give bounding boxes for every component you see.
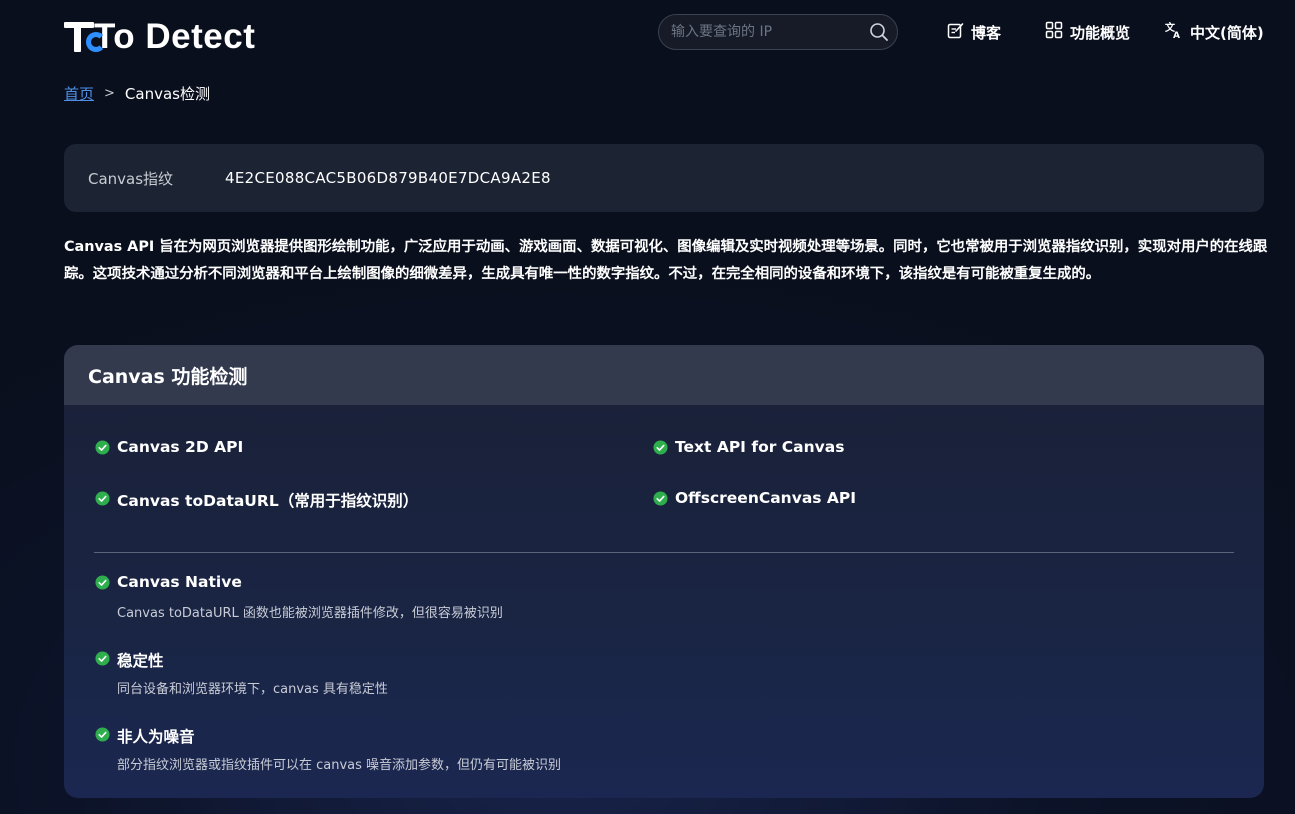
logo-mark-icon (64, 19, 116, 55)
fingerprint-value: 4E2CE088CAC5B06D879B40E7DCA9A2E8 (225, 169, 551, 187)
detail-description: Canvas toDataURL 函数也能被浏览器插件修改，但很容易被识别 (117, 606, 503, 621)
feature-label: Canvas toDataURL（常用于指纹识别） (117, 492, 419, 510)
detail-item: Canvas Native (95, 573, 242, 591)
breadcrumb: 首页 > Canvas检测 (64, 82, 210, 104)
nav-features[interactable]: 功能概览 (1045, 20, 1130, 44)
check-circle-icon (653, 491, 668, 506)
breadcrumb-separator: > (104, 85, 115, 101)
ip-search-input[interactable] (659, 15, 861, 49)
edit-note-icon (947, 22, 964, 43)
check-circle-icon (653, 440, 668, 455)
feature-label: OffscreenCanvas API (675, 489, 857, 507)
check-circle-icon (95, 575, 110, 590)
ip-search-box (658, 14, 898, 50)
feature-label: Text API for Canvas (675, 438, 845, 456)
panel-divider (94, 552, 1234, 553)
feature-item: Text API for Canvas (653, 438, 844, 456)
check-circle-icon (95, 651, 110, 666)
check-circle-icon (95, 727, 110, 742)
language-selector[interactable]: 文A 中文(简体) (1165, 20, 1264, 44)
breadcrumb-home-link[interactable]: 首页 (64, 83, 94, 104)
logo-text: To Detect (94, 17, 256, 56)
check-circle-icon (95, 440, 110, 455)
feature-detection-panel: Canvas 功能检测 Canvas 2D API Text API for C… (64, 345, 1264, 798)
svg-text:A: A (1173, 31, 1180, 39)
detail-item: 非人为噪音 (95, 725, 195, 747)
grid-apps-icon (1045, 21, 1063, 43)
canvas-description: Canvas API 旨在为网页浏览器提供图形绘制功能，广泛应用于动画、游戏画面… (64, 239, 1268, 282)
language-label: 中文(简体) (1190, 23, 1264, 42)
detail-description: 部分指纹浏览器或指纹插件可以在 canvas 噪音添加参数，但仍有可能被识别 (117, 758, 562, 773)
check-circle-icon (95, 491, 110, 506)
feature-item: Canvas 2D API (95, 438, 243, 456)
nav-blog[interactable]: 博客 (947, 20, 1001, 44)
nav-blog-label: 博客 (971, 23, 1002, 42)
detail-description: 同台设备和浏览器环境下，canvas 具有稳定性 (117, 682, 388, 697)
detail-label: Canvas Native (117, 573, 242, 591)
feature-label: Canvas 2D API (117, 438, 244, 456)
breadcrumb-current: Canvas检测 (124, 84, 210, 103)
translate-icon: 文A (1165, 21, 1183, 43)
feature-item: Canvas toDataURL（常用于指纹识别） (95, 489, 418, 511)
detail-item: 稳定性 (95, 649, 164, 671)
panel-title: Canvas 功能检测 (64, 345, 1264, 405)
nav-features-label: 功能概览 (1070, 23, 1131, 42)
fingerprint-card: Canvas指纹 4E2CE088CAC5B06D879B40E7DCA9A2E… (64, 144, 1264, 212)
detail-label: 非人为噪音 (117, 728, 195, 746)
search-icon[interactable] (861, 14, 897, 50)
feature-item: OffscreenCanvas API (653, 489, 856, 507)
fingerprint-label: Canvas指纹 (88, 169, 174, 188)
detail-label: 稳定性 (117, 652, 164, 670)
top-header: To Detect 博客 功能概览 文A 中文(简体) (0, 0, 1295, 70)
logo[interactable]: To Detect (64, 17, 255, 57)
